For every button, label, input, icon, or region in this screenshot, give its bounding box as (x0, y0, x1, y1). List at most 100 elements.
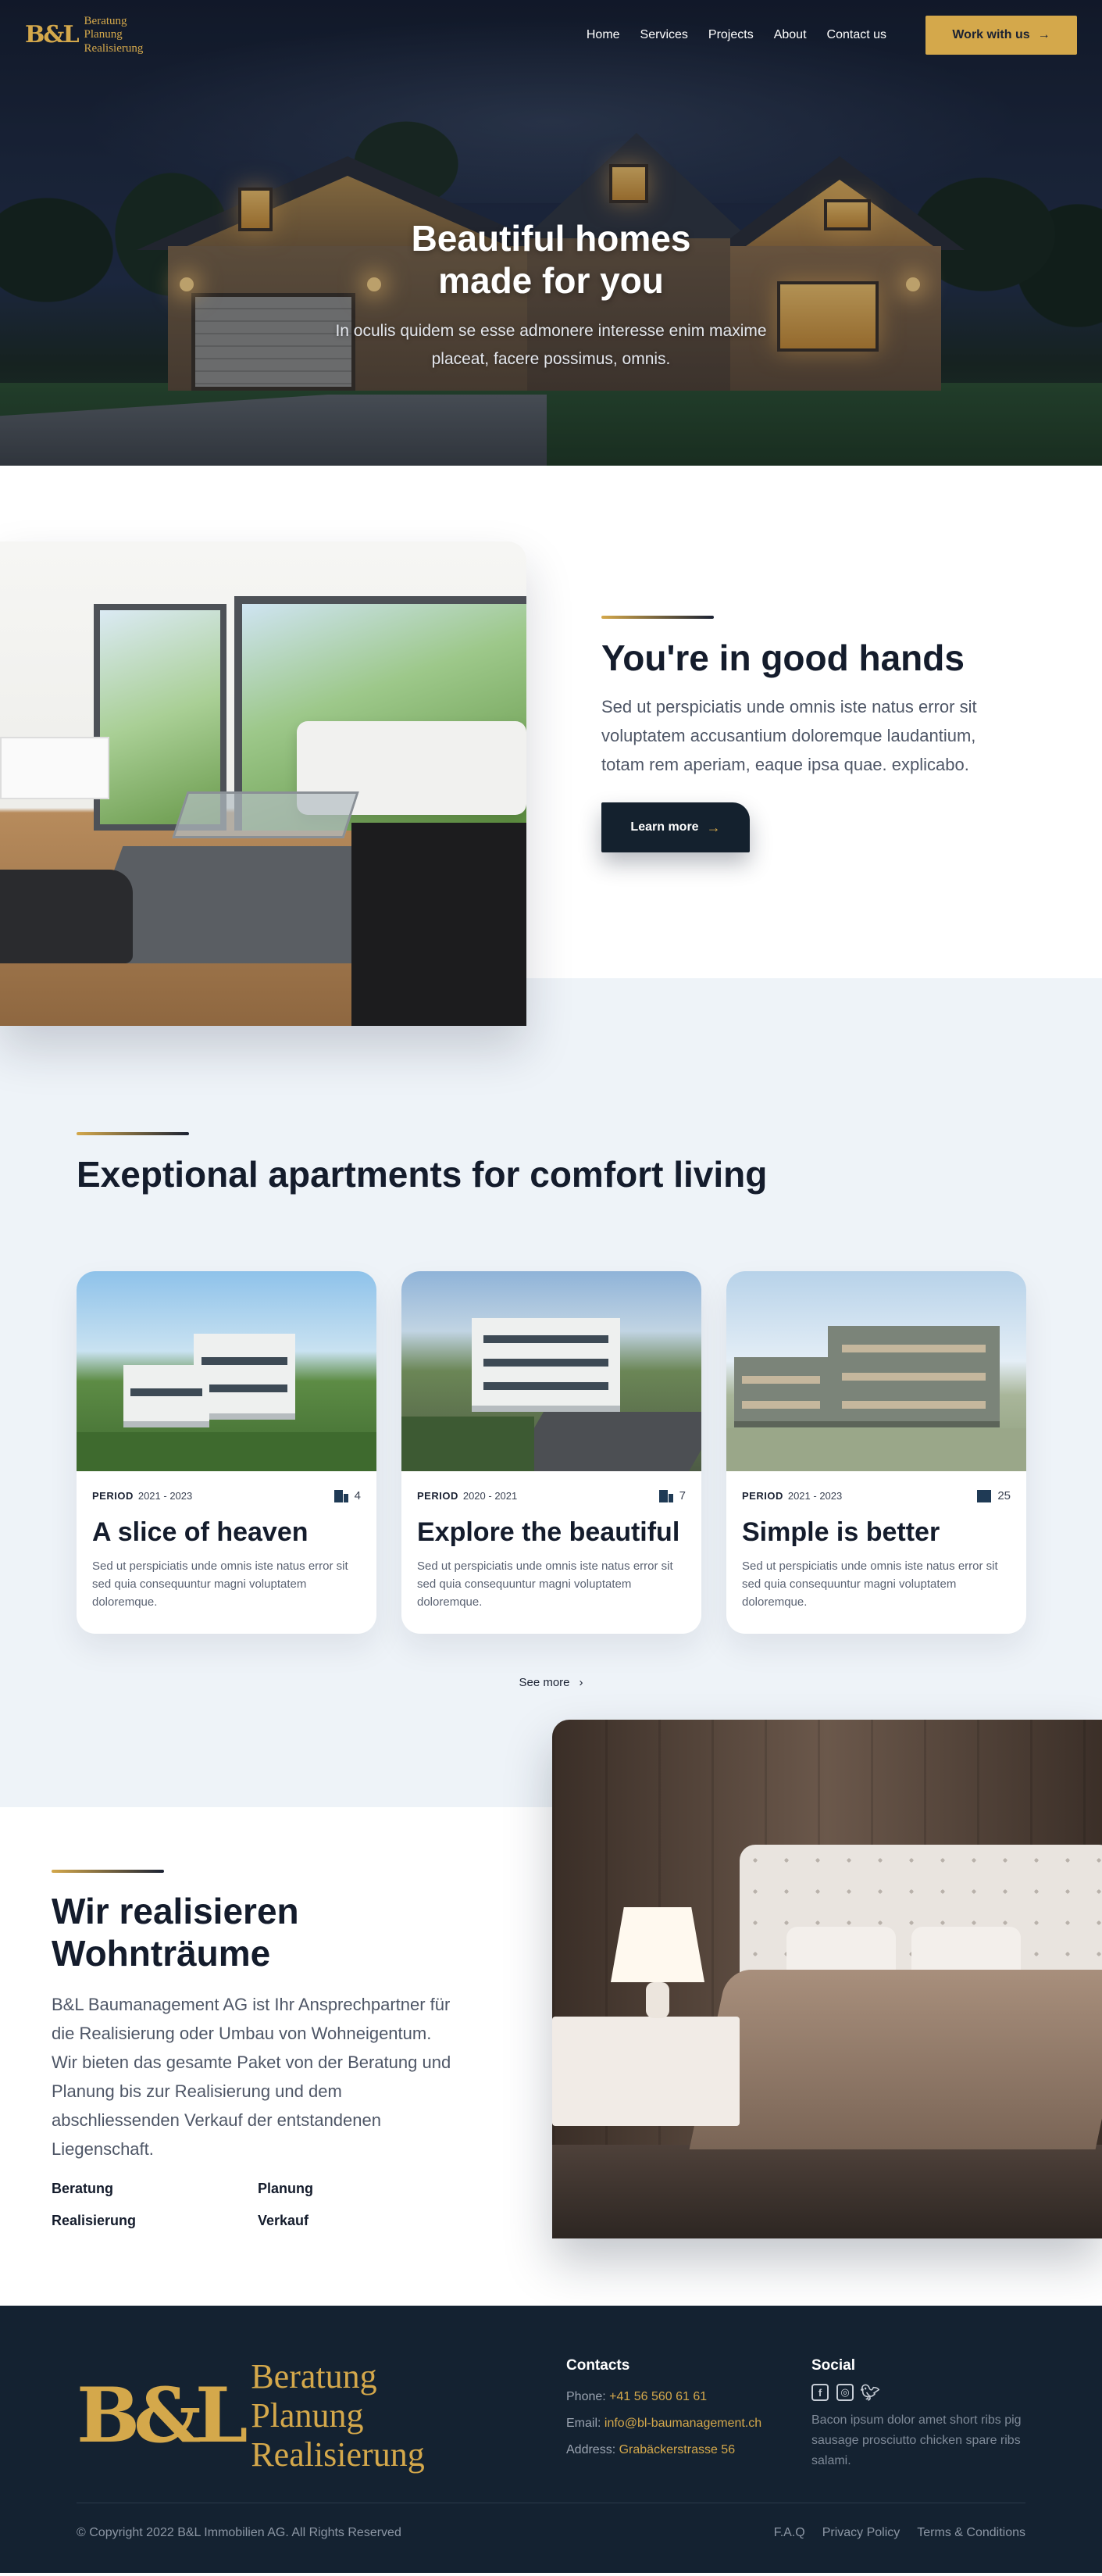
apartment-image (77, 1271, 376, 1471)
privacy-policy-link[interactable]: Privacy Policy (822, 2526, 901, 2540)
good-hands-text: You're in good hands Sed ut perspiciatis… (601, 616, 1023, 852)
contact-phone: Phone: +41 56 560 61 61 (566, 2384, 761, 2410)
contacts-title: Contacts (566, 2357, 630, 2374)
apartment-cards: PERIOD 2021 - 2023 4 A slice of heaven S… (77, 1271, 1026, 1634)
logo-mark: B&L (25, 21, 80, 48)
facebook-icon[interactable]: f (811, 2384, 829, 2401)
see-more-label: See more (519, 1676, 570, 1689)
see-more-link[interactable]: See more › (0, 1676, 1102, 1689)
logo-line-1: Beratung (84, 15, 127, 28)
work-with-us-label: Work with us (952, 28, 1030, 41)
footer: B&L Beratung Planung Realisierung Contac… (0, 2306, 1102, 2573)
contact-email: Email: info@bl-baumanagement.ch (566, 2410, 761, 2437)
twitter-icon[interactable]: 🐦︎ (860, 2384, 879, 2402)
unit-count: 25 (977, 1488, 1011, 1502)
logo-words: Beratung Planung Realisierung (251, 2357, 424, 2474)
logo-mark: B&L (77, 2371, 248, 2460)
building-icon (333, 1488, 348, 1502)
address-link[interactable]: Grabäckerstrasse 56 (619, 2443, 736, 2456)
phone-link[interactable]: +41 56 560 61 61 (609, 2390, 707, 2403)
footer-logo[interactable]: B&L Beratung Planung Realisierung (77, 2357, 425, 2474)
learn-more-label: Learn more (630, 820, 699, 834)
logo-line-2: Planung (84, 28, 123, 41)
period-label: PERIOD (742, 1489, 783, 1502)
unit-count-value: 4 (354, 1488, 361, 1502)
email-link[interactable]: info@bl-baumanagement.ch (604, 2417, 761, 2430)
wir-title: Wir realisieren Wohnträume (52, 1891, 299, 1974)
terms-link[interactable]: Terms & Conditions (917, 2526, 1025, 2540)
unit-count: 4 (333, 1488, 361, 1502)
unit-count-value: 25 (997, 1488, 1011, 1502)
apartment-card[interactable]: PERIOD 2020 - 2021 7 Explore the beautif… (401, 1271, 701, 1634)
nav-link-projects[interactable]: Projects (708, 28, 754, 42)
email-label: Email: (566, 2417, 601, 2430)
top-nav: B&L Beratung Planung Realisierung Home S… (0, 0, 1102, 70)
service-item: Realisierung (52, 2213, 137, 2228)
service-item: Verkauf (258, 2213, 309, 2228)
good-hands-body: Sed ut perspiciatis unde omnis iste natu… (601, 697, 977, 774)
accent-line (52, 1870, 164, 1873)
card-meta: PERIOD 2021 - 2023 4 (92, 1488, 361, 1502)
bedroom-image (552, 1720, 1102, 2238)
nav-link-about[interactable]: About (774, 28, 807, 42)
logo-line-1: Beratung (251, 2357, 377, 2396)
logo-line-3: Realisierung (84, 41, 144, 55)
nav-link-services[interactable]: Services (640, 28, 688, 42)
wir-text: Wir realisieren Wohnträume B&L Baumanage… (52, 1870, 458, 2229)
card-description: Sed ut perspiciatis unde omnis iste natu… (417, 1560, 673, 1609)
building-icon (658, 1488, 673, 1502)
footer-contacts: Contacts Phone: +41 56 560 61 61 Email: … (566, 2357, 761, 2463)
good-hands-title: You're in good hands (601, 638, 965, 678)
period-value: 2020 - 2021 (462, 1489, 518, 1502)
nav-link-home[interactable]: Home (587, 28, 620, 42)
apartment-image (726, 1271, 1026, 1471)
social-icons: f ◎ 🐦︎ (811, 2384, 1030, 2402)
unit-count-value: 7 (679, 1488, 686, 1502)
period-label: PERIOD (417, 1489, 458, 1502)
copyright: © Copyright 2022 B&L Immobilien AG. All … (77, 2526, 401, 2539)
work-with-us-button[interactable]: Work with us → (925, 16, 1077, 55)
building-icon (977, 1488, 992, 1502)
accent-line (601, 616, 714, 619)
phone-label: Phone: (566, 2390, 606, 2403)
card-body: PERIOD 2021 - 2023 25 Simple is better S… (726, 1471, 1026, 1611)
accent-line (77, 1132, 189, 1135)
nav-link-contact[interactable]: Contact us (827, 28, 886, 42)
card-title: A slice of heaven (92, 1517, 308, 1547)
card-body: PERIOD 2021 - 2023 4 A slice of heaven S… (77, 1471, 376, 1611)
hero-text: Beautiful homes made for you In oculis q… (0, 217, 1102, 373)
services-list: Beratung Planung Realisierung Verkauf (52, 2181, 458, 2229)
apartment-card[interactable]: PERIOD 2021 - 2023 4 A slice of heaven S… (77, 1271, 376, 1634)
footer-bottom: © Copyright 2022 B&L Immobilien AG. All … (77, 2526, 1025, 2540)
good-hands-section: You're in good hands Sed ut perspiciatis… (0, 466, 1102, 1026)
service-item: Beratung (52, 2181, 114, 2196)
logo-line-2: Planung (251, 2396, 364, 2435)
hero-section: B&L Beratung Planung Realisierung Home S… (0, 0, 1102, 466)
apartments-title: Exeptional apartments for comfort living (77, 1154, 768, 1195)
faq-link[interactable]: F.A.Q (774, 2526, 805, 2540)
hero-subtitle: In oculis quidem se esse admonere intere… (335, 322, 767, 368)
logo[interactable]: B&L Beratung Planung Realisierung (25, 15, 143, 55)
chevron-right-icon: › (579, 1676, 583, 1689)
period-label: PERIOD (92, 1489, 134, 1502)
card-title: Simple is better (742, 1517, 940, 1547)
arrow-right-icon: → (1037, 28, 1050, 41)
period-value: 2021 - 2023 (137, 1489, 193, 1502)
apartment-image (401, 1271, 701, 1471)
address-label: Address: (566, 2443, 616, 2456)
apartments-section: Exeptional apartments for comfort living… (0, 978, 1102, 1807)
wir-body: B&L Baumanagement AG ist Ihr Ansprechpar… (52, 1995, 451, 2159)
card-body: PERIOD 2020 - 2021 7 Explore the beautif… (401, 1471, 701, 1611)
instagram-icon[interactable]: ◎ (836, 2384, 854, 2401)
card-meta: PERIOD 2020 - 2021 7 (417, 1488, 686, 1502)
nav-links: Home Services Projects About Contact us … (587, 16, 1077, 55)
footer-social: Social f ◎ 🐦︎ Bacon ipsum dolor amet sho… (811, 2357, 1030, 2471)
period-value: 2021 - 2023 (787, 1489, 843, 1502)
apartment-card[interactable]: PERIOD 2021 - 2023 25 Simple is better S… (726, 1271, 1026, 1634)
card-meta: PERIOD 2021 - 2023 25 (742, 1488, 1011, 1502)
apartments-content: Exeptional apartments for comfort living… (77, 1132, 1026, 1634)
arrow-right-icon: → (706, 819, 721, 835)
wir-realisieren-section: Wir realisieren Wohnträume B&L Baumanage… (0, 1720, 1102, 2306)
legal-links: F.A.Q Privacy Policy Terms & Conditions (774, 2526, 1025, 2540)
learn-more-button[interactable]: Learn more → (601, 802, 750, 852)
